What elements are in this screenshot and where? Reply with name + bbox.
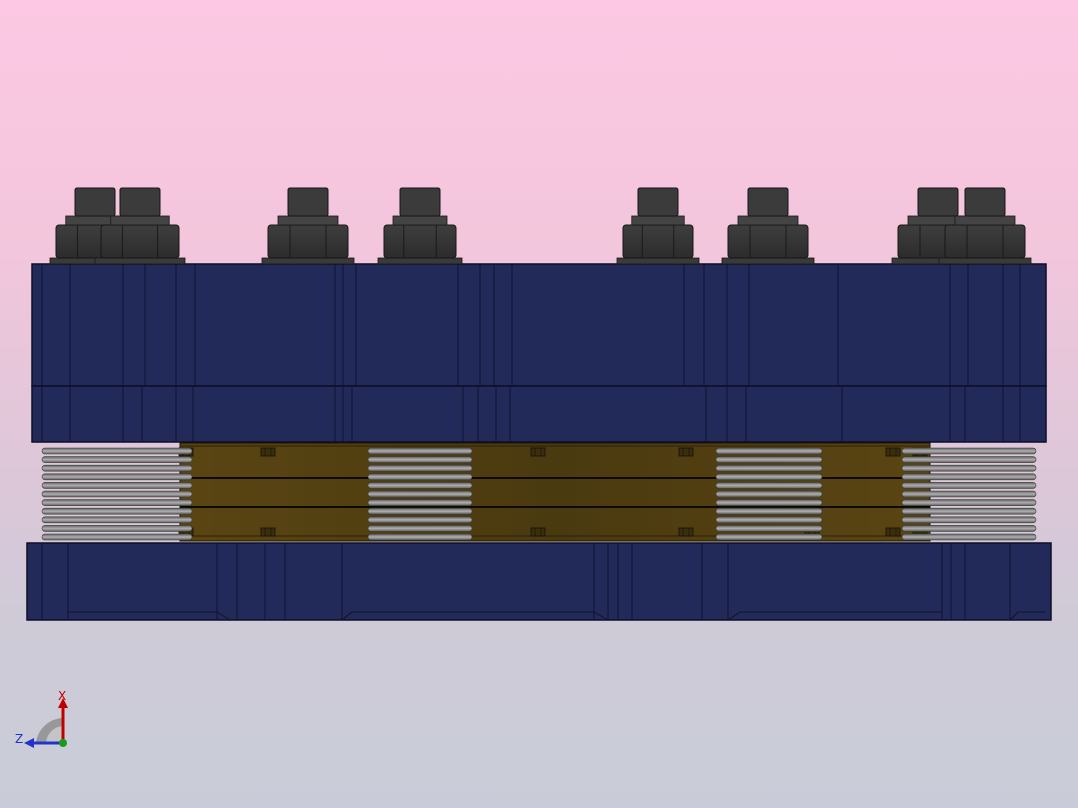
z-axis-label: Z xyxy=(15,732,24,746)
screw-head xyxy=(260,447,276,457)
lower-die-plate[interactable] xyxy=(26,542,1052,621)
screw-head xyxy=(530,527,546,537)
y-axis-dot xyxy=(59,739,67,747)
screw-head xyxy=(260,527,276,537)
upper-die-plate[interactable] xyxy=(31,263,1047,387)
spring-4[interactable] xyxy=(901,447,1037,541)
screw-head xyxy=(885,447,901,457)
spring-2[interactable] xyxy=(367,447,473,541)
x-axis-label: X xyxy=(58,689,67,703)
hex-nut[interactable] xyxy=(377,187,463,265)
orientation-triad[interactable]: X Z xyxy=(12,686,76,752)
screw-head xyxy=(530,447,546,457)
3d-viewport[interactable]: X Z xyxy=(0,0,1078,808)
screw-head xyxy=(678,447,694,457)
screw-head xyxy=(678,527,694,537)
hex-nut[interactable] xyxy=(261,187,355,265)
hex-nut[interactable] xyxy=(616,187,700,265)
clamp-nuts[interactable] xyxy=(49,187,1032,265)
hex-nut[interactable] xyxy=(721,187,815,265)
spring-3[interactable] xyxy=(715,447,823,541)
die-set-assembly-model[interactable] xyxy=(0,0,1078,808)
spring-1[interactable] xyxy=(41,447,193,541)
upper-backing-plate[interactable] xyxy=(31,385,1047,443)
screw-head xyxy=(885,527,901,537)
